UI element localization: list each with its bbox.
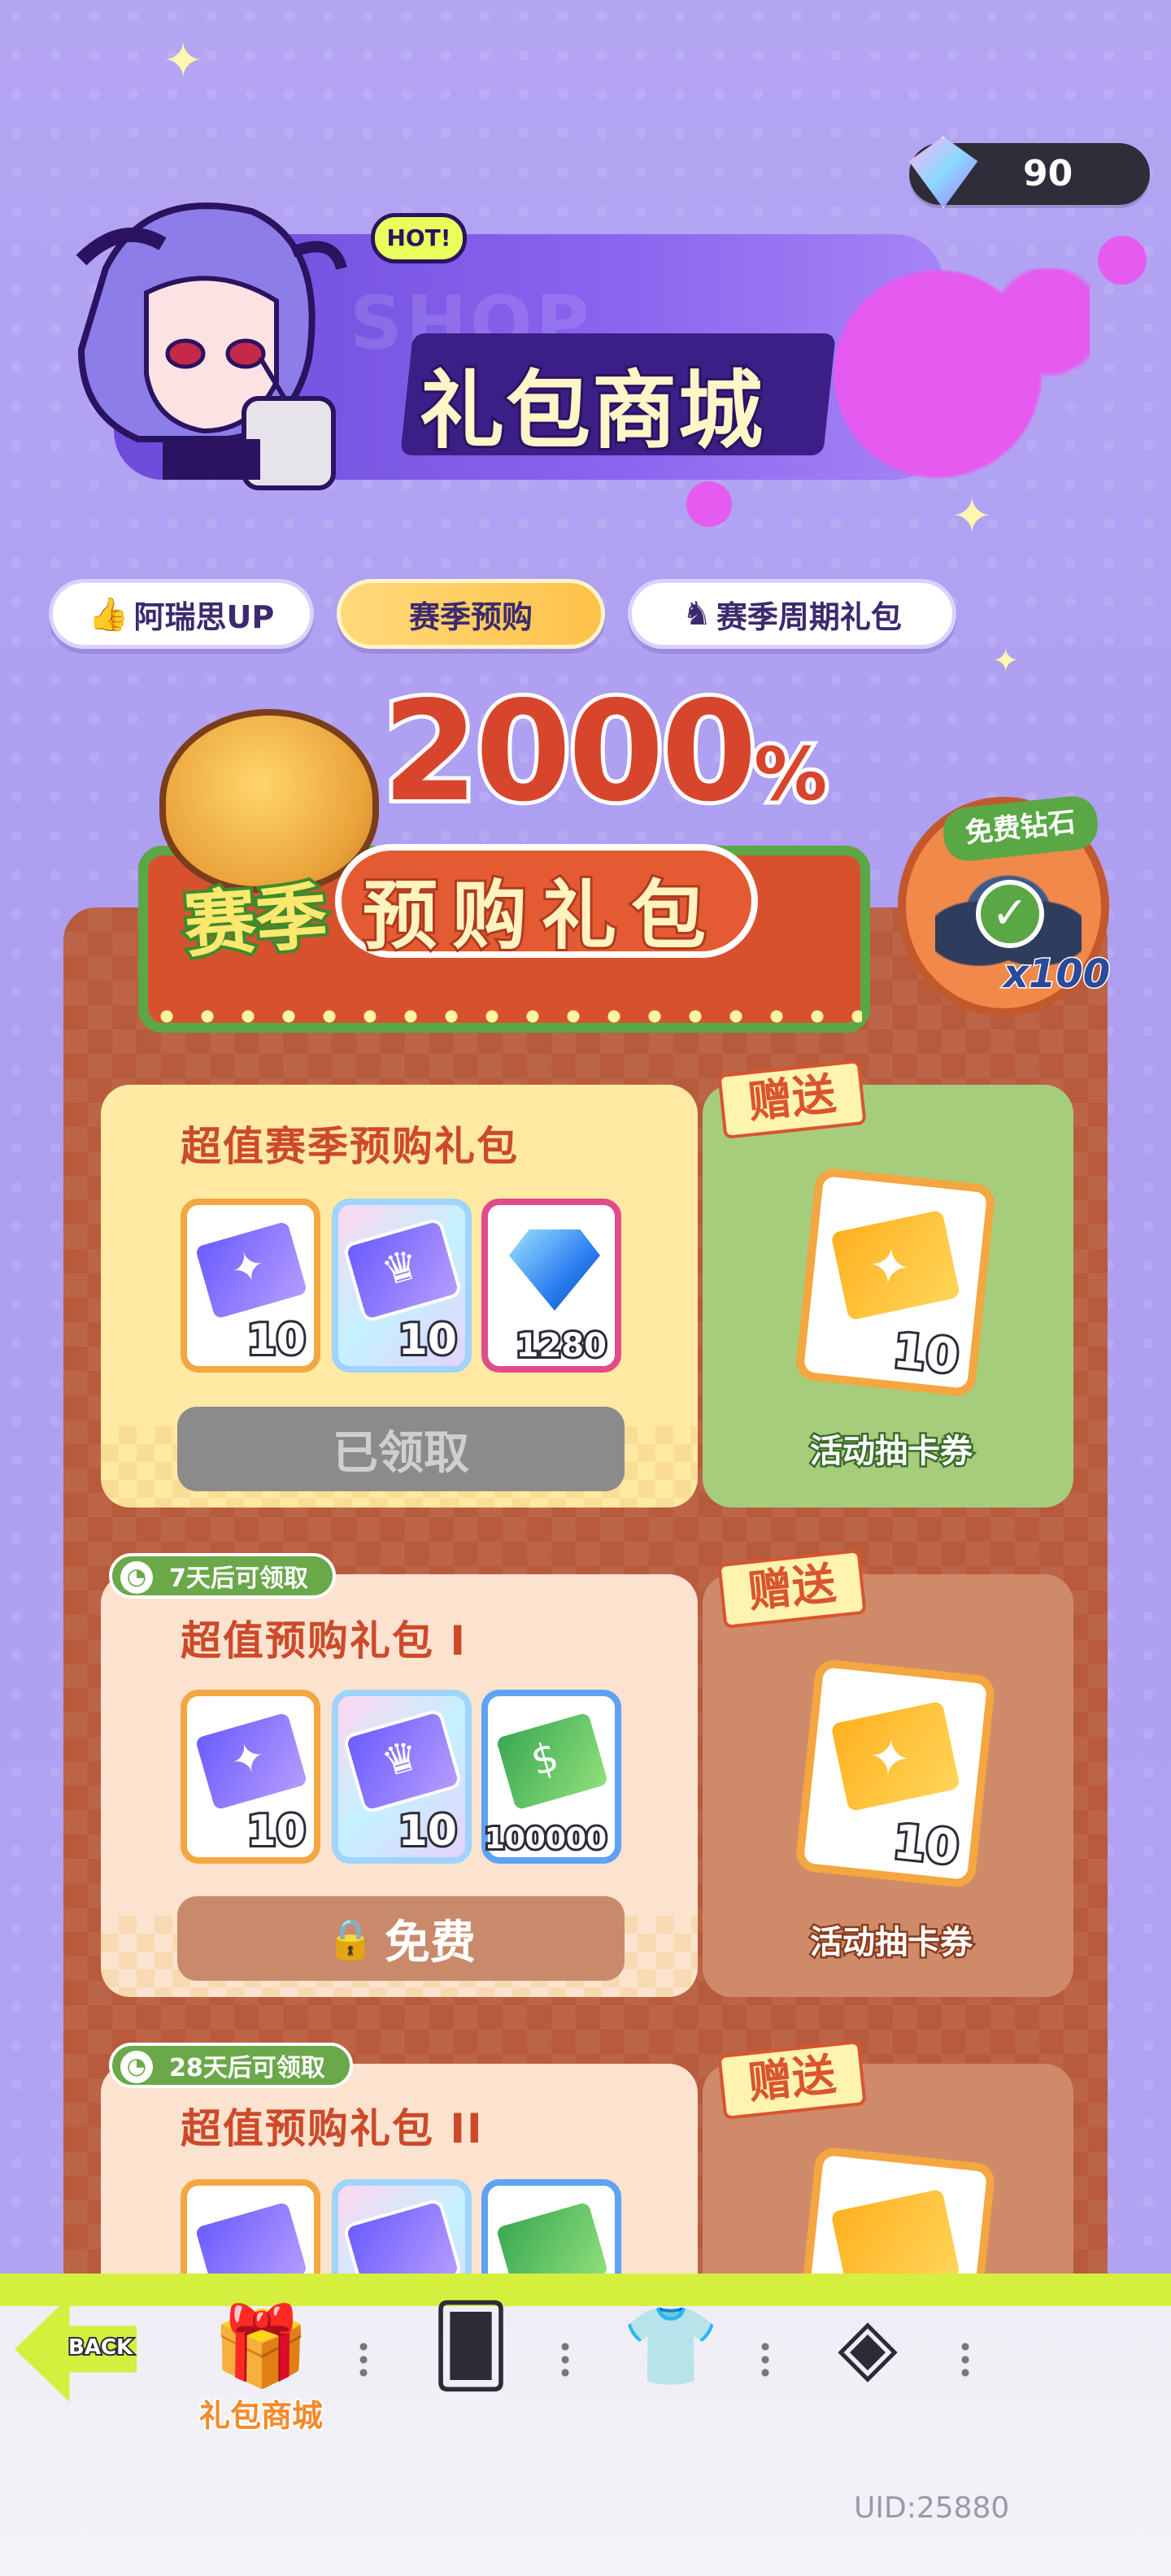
gift-label: 活动抽卡券 <box>808 1922 975 1964</box>
gift-item[interactable]: ✦ 10 <box>794 1658 997 1889</box>
diamond-icon <box>509 1229 600 1311</box>
gift-icon: 🎁 <box>212 2300 310 2391</box>
item-qty: 10 <box>888 1320 964 1386</box>
tab-label: 赛季周期礼包 <box>716 598 902 635</box>
tab-ares-up[interactable]: 👍 阿瑞思UP <box>49 579 314 649</box>
headline-presale-pack: 预购礼包 <box>360 870 721 962</box>
free-diamond-badge[interactable]: 免费钻石 ✓ x100 <box>898 794 1112 1016</box>
sparkle-icon: ✦ <box>163 33 204 89</box>
gift-item[interactable]: ✦ 10 <box>794 1167 997 1398</box>
item-qty: 10 <box>396 1313 459 1367</box>
timer-text: 28天后可领取 <box>169 2054 325 2082</box>
lock-icon: 🔒 <box>326 1916 375 1962</box>
nav-gift-shop[interactable]: 🎁 礼包商城 <box>192 2300 330 2435</box>
timer-badge: ◔ 7天后可领取 <box>109 1553 336 1599</box>
item-qty: 10 <box>245 1313 308 1367</box>
pack-title: 超值预购礼包 I <box>181 1617 468 1664</box>
reward-item[interactable]: ♛ 10 <box>332 1199 472 1373</box>
item-qty: 100000 <box>482 1820 609 1858</box>
headline-season: 赛季 <box>178 871 333 971</box>
reward-item[interactable]: $ 100000 <box>481 1690 621 1864</box>
back-label: BACK <box>67 2334 134 2361</box>
timer-text: 7天后可领取 <box>169 1564 308 1593</box>
shirt-icon: 👕 <box>622 2300 720 2391</box>
nav-separator <box>761 2340 769 2379</box>
item-qty: 10 <box>888 1811 964 1878</box>
sparkle-icon: ✦ <box>992 642 1020 680</box>
back-button[interactable]: BACK <box>15 2296 153 2410</box>
button-label: 免费 <box>384 1916 476 1969</box>
marquee-lights <box>146 1008 862 1025</box>
reward-item[interactable]: ✦ 10 <box>181 1690 320 1864</box>
paint-splash <box>686 481 732 527</box>
pack-title: 超值赛季预购礼包 <box>181 1123 519 1170</box>
hot-badge: HOT! <box>371 213 467 263</box>
tab-label: 赛季预购 <box>408 598 533 635</box>
star-icon: ✦ <box>865 1234 914 1299</box>
reward-item[interactable]: 1280 <box>481 1199 621 1373</box>
free-diamond-qty: x100 <box>1002 951 1111 999</box>
timer-badge: ◔ 28天后可领取 <box>109 2043 353 2088</box>
reward-item[interactable]: ♛ 10 <box>332 1690 472 1864</box>
nav-outfits[interactable]: 👕 <box>602 2301 740 2431</box>
diamond-count: 90 <box>1023 153 1073 194</box>
claimed-button[interactable]: 已领取 <box>177 1407 625 1491</box>
tab-season-presale[interactable]: 赛季预购 <box>337 579 605 649</box>
button-label: 已领取 <box>333 1426 469 1480</box>
gift-label: 活动抽卡券 <box>808 1431 975 1473</box>
page-title: 礼包商城 <box>417 359 765 463</box>
tab-label: 阿瑞思UP <box>133 598 275 635</box>
diamond-counter[interactable]: 90 <box>908 136 1150 209</box>
item-qty: 1280 <box>514 1325 609 1367</box>
tab-season-cycle-pack[interactable]: ♞ 赛季周期礼包 <box>628 579 956 649</box>
user-id: UID:25880 <box>854 2491 1010 2525</box>
paint-splash <box>1098 236 1147 285</box>
star-icon: ✦ <box>865 1725 914 1790</box>
nav-separator <box>359 2340 368 2379</box>
item-qty: 10 <box>245 1804 308 1858</box>
item-qty: 10 <box>396 1804 459 1858</box>
character-icon: ♞ <box>682 595 712 633</box>
diamond-outline-icon: ◈ <box>838 2300 898 2391</box>
nav-separator <box>561 2340 569 2379</box>
reward-item[interactable]: ✦ 10 <box>181 1199 320 1373</box>
clock-icon: ◔ <box>120 2051 153 2083</box>
free-claim-button[interactable]: 🔒 免费 <box>177 1896 625 1981</box>
sparkle-icon: ✦ <box>951 488 993 545</box>
paint-splash <box>813 268 1090 480</box>
nav-label: 礼包商城 <box>198 2396 324 2435</box>
pack-title: 超值预购礼包 II <box>181 2105 484 2152</box>
nav-cards[interactable]: 🂠 <box>402 2301 540 2431</box>
thumbs-up-icon: 👍 <box>88 595 129 633</box>
nav-diamonds[interactable]: ◈ <box>799 2301 937 2431</box>
nav-separator <box>961 2340 969 2379</box>
card-icon: 🂠 <box>430 2300 511 2391</box>
check-icon: ✓ <box>976 880 1044 948</box>
clock-icon: ◔ <box>120 1561 153 1594</box>
bottom-nav <box>0 2274 1171 2576</box>
character-avatar <box>76 202 347 490</box>
free-diamond-label: 免费钻石 <box>941 794 1100 864</box>
headline-percent: 2000% <box>378 668 831 837</box>
